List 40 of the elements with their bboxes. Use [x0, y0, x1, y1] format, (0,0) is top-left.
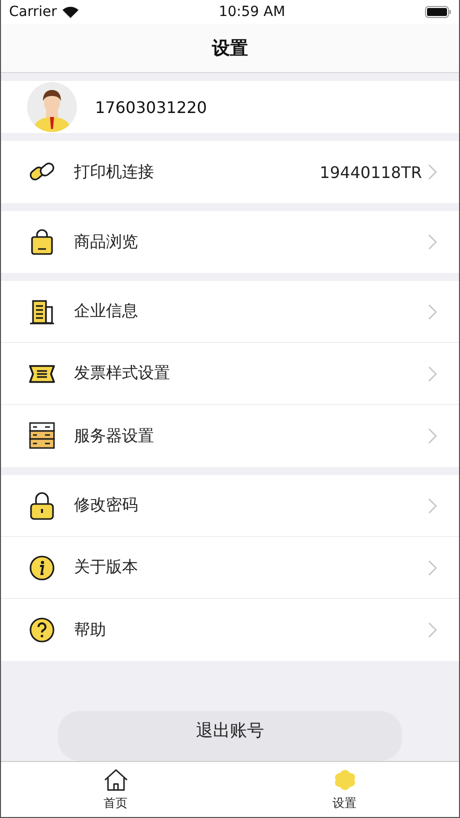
logout-button[interactable]: 退出账号 — [58, 711, 402, 761]
chevron-right-icon — [428, 234, 437, 250]
settings-row[interactable]: 帮助 — [1, 599, 459, 661]
settings-row[interactable]: 打印机连接 19440118TR — [1, 141, 459, 203]
phone-number: 17603031220 — [95, 98, 207, 116]
tab-item[interactable]: 首页 — [84, 762, 148, 817]
row-label: 发票样式设置 — [74, 363, 171, 384]
help-icon — [29, 617, 55, 643]
profile-row[interactable]: 17603031220 — [1, 81, 459, 133]
row-label: 关于版本 — [74, 557, 139, 578]
avatar-icon — [27, 82, 77, 132]
carrier-label: Carrier — [9, 4, 57, 20]
battery-icon — [425, 6, 451, 18]
chevron-right-icon — [428, 428, 437, 444]
ticket-icon — [28, 362, 56, 384]
info-icon — [29, 554, 55, 580]
chevron-right-icon — [428, 304, 437, 320]
row-value: 19440118TR — [320, 162, 422, 182]
status-time: 10:59 AM — [218, 4, 286, 20]
nav-title: 设置 — [1, 24, 459, 73]
settings-row[interactable]: 商品浏览 — [1, 211, 459, 273]
chain-link-icon — [28, 161, 56, 183]
row-label: 服务器设置 — [74, 426, 155, 446]
row-label: 企业信息 — [74, 301, 139, 322]
chevron-right-icon — [428, 498, 437, 514]
building-icon — [29, 298, 55, 324]
tab-item[interactable]: 设置 — [312, 762, 376, 817]
row-label: 帮助 — [74, 620, 107, 640]
shopping-bag-icon — [30, 229, 54, 255]
chevron-right-icon — [428, 164, 437, 180]
row-label: 商品浏览 — [74, 232, 139, 252]
row-label: 打印机连接 — [74, 162, 155, 182]
server-icon — [29, 422, 55, 450]
chevron-right-icon — [428, 560, 437, 576]
chevron-right-icon — [428, 622, 437, 638]
wifi-icon — [62, 6, 79, 18]
settings-row[interactable]: 服务器设置 — [1, 405, 459, 467]
chevron-right-icon — [428, 366, 437, 382]
padlock-icon — [29, 490, 55, 520]
row-label: 修改密码 — [74, 495, 139, 516]
